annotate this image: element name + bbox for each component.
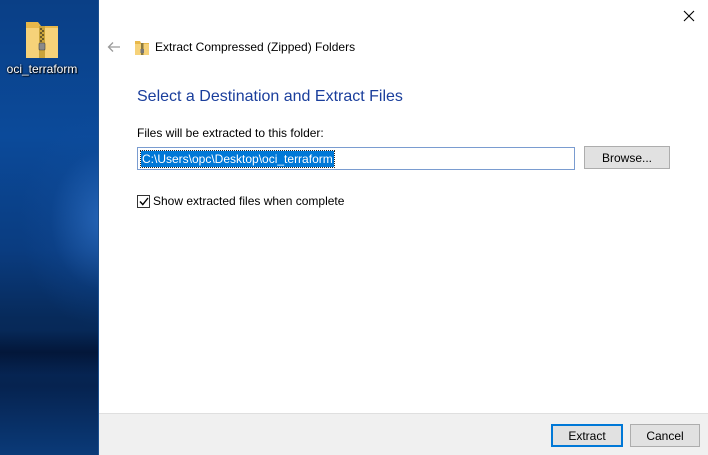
destination-label: Files will be extracted to this folder:: [137, 126, 324, 140]
back-button[interactable]: [107, 39, 123, 55]
extract-button[interactable]: Extract: [551, 424, 623, 447]
destination-path-value: C:\Users\opc\Desktop\oci_terraform: [140, 149, 335, 168]
zip-folder-small-icon: [135, 39, 149, 55]
desktop-item-oci-terraform[interactable]: oci_terraform: [2, 10, 82, 90]
show-files-checkbox[interactable]: [137, 194, 150, 208]
browse-button[interactable]: Browse...: [584, 146, 670, 169]
show-files-label: Show extracted files when complete: [153, 194, 345, 208]
dialog-title: Extract Compressed (Zipped) Folders: [155, 40, 356, 54]
close-icon: [683, 10, 695, 22]
desktop-dark-band: [0, 330, 98, 375]
dialog-titlebar: Extract Compressed (Zipped) Folders: [107, 36, 355, 58]
zip-folder-icon: [26, 22, 58, 58]
close-button[interactable]: [674, 2, 704, 30]
desktop-glow: [20, 110, 98, 330]
destination-path-input[interactable]: C:\Users\opc\Desktop\oci_terraform: [137, 147, 575, 170]
back-arrow-icon: [107, 42, 120, 52]
dialog-footer: Extract Cancel: [99, 413, 708, 455]
cancel-button[interactable]: Cancel: [630, 424, 700, 447]
checkmark-icon: [138, 197, 149, 206]
page-heading: Select a Destination and Extract Files: [137, 88, 403, 105]
desktop-background: oci_terraform: [0, 0, 98, 455]
show-files-option[interactable]: Show extracted files when complete: [137, 194, 344, 208]
desktop-icon-label: oci_terraform: [6, 62, 78, 76]
extract-dialog: Extract Compressed (Zipped) Folders Sele…: [98, 0, 708, 455]
